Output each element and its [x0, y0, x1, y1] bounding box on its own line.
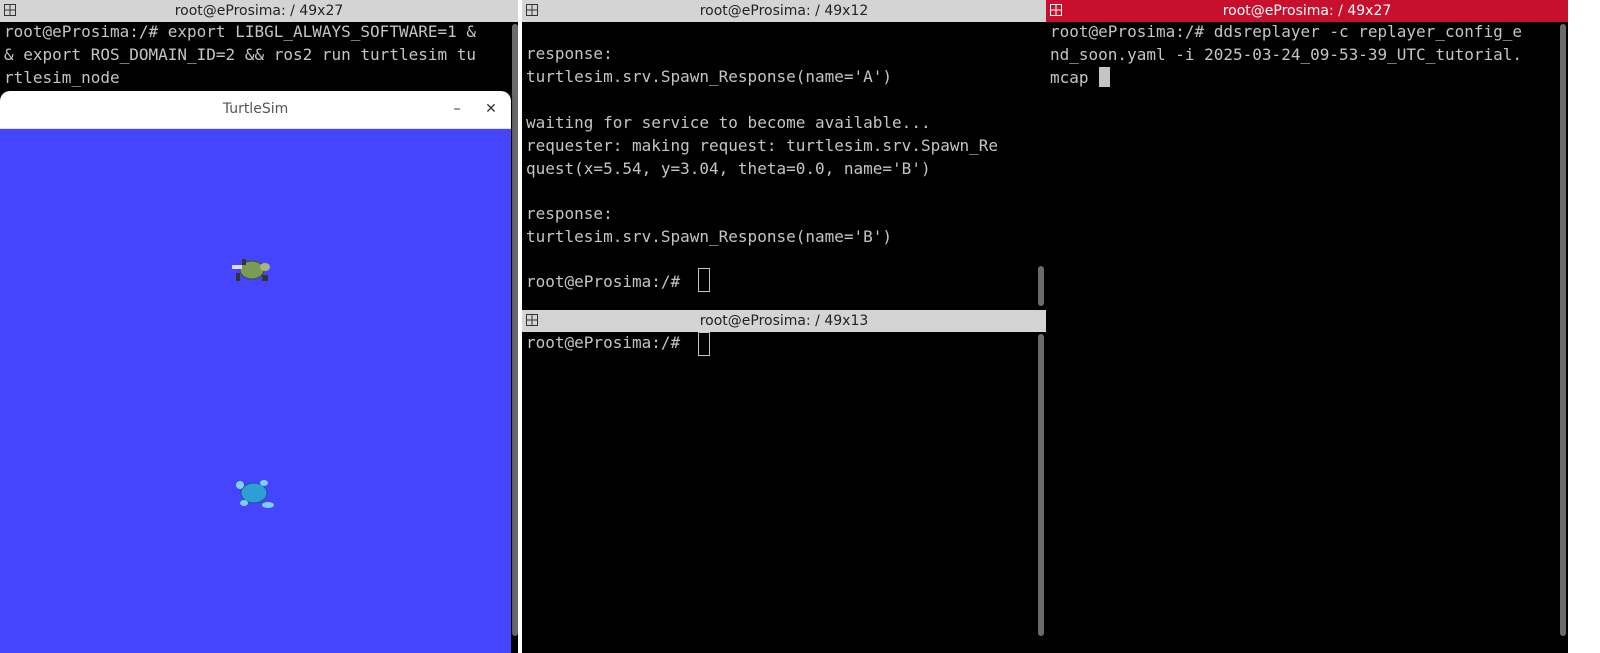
turtlesim-title: TurtleSim [222, 101, 289, 117]
middle-bottom-terminal-titlebar[interactable]: root@eProsima: / 49x13 [522, 310, 1046, 332]
middle-bottom-terminal[interactable]: root@eProsima: / 49x13 root@eProsima:/# [522, 310, 1046, 653]
middle-bottom-terminal-scrollbar[interactable] [1038, 334, 1044, 636]
scrollbar-thumb[interactable] [512, 24, 518, 636]
screen-edge [1568, 0, 1600, 653]
turtle-green-icon [232, 259, 270, 281]
terminal-line: rtlesim_node [4, 68, 120, 87]
terminal-split-icon[interactable] [526, 314, 538, 326]
terminal-line: turtlesim.srv.Spawn_Response(name='A') [526, 67, 893, 86]
minimize-button[interactable]: – [445, 97, 469, 121]
terminal-line: quest(x=5.54, y=3.04, theta=0.0, name='B… [526, 159, 931, 178]
terminal-line: nd_soon.yaml -i 2025-03-24_09-53-39_UTC_… [1050, 45, 1523, 64]
middle-top-terminal[interactable]: root@eProsima: / 49x12 response: turtles… [522, 0, 1046, 310]
middle-top-terminal-title: root@eProsima: / 49x12 [699, 3, 869, 19]
turtlesim-canvas [0, 129, 511, 653]
right-terminal-titlebar[interactable]: root@eProsima: / 49x27 [1046, 0, 1568, 22]
terminal-split-icon[interactable] [4, 4, 16, 16]
right-terminal-body[interactable]: root@eProsima:/# ddsreplayer -c replayer… [1046, 22, 1568, 653]
middle-top-terminal-titlebar[interactable]: root@eProsima: / 49x12 [522, 0, 1046, 22]
close-button[interactable]: ✕ [479, 97, 503, 121]
scrollbar-thumb[interactable] [1038, 334, 1044, 636]
scrollbar-thumb[interactable] [1038, 266, 1044, 306]
terminal-line: mcap [1050, 68, 1099, 87]
middle-bottom-terminal-body[interactable]: root@eProsima:/# [522, 332, 1046, 653]
terminal-prompt: root@eProsima:/# [526, 272, 690, 291]
text-cursor [698, 268, 710, 292]
terminal-split-icon[interactable] [526, 4, 538, 16]
scrollbar-thumb[interactable] [1560, 24, 1566, 636]
turtlesim-titlebar[interactable]: TurtleSim – ✕ [0, 91, 511, 129]
terminal-split-icon[interactable] [1050, 4, 1062, 16]
terminal-line: waiting for service to become available.… [526, 113, 931, 132]
terminal-line: response: [526, 44, 613, 63]
terminal-line: & export ROS_DOMAIN_ID=2 && ros2 run tur… [4, 45, 477, 64]
text-cursor [698, 332, 710, 356]
left-terminal-title: root@eProsima: / 49x27 [174, 3, 344, 19]
middle-bottom-terminal-title: root@eProsima: / 49x13 [699, 313, 869, 329]
turtlesim-window[interactable]: TurtleSim – ✕ [0, 91, 511, 653]
turtle-blue-icon [236, 480, 274, 508]
right-terminal-title: root@eProsima: / 49x27 [1222, 3, 1392, 19]
terminal-line: root@eProsima:/# export LIBGL_ALWAYS_SOF… [4, 22, 477, 41]
right-terminal[interactable]: root@eProsima: / 49x27 root@eProsima:/# … [1046, 0, 1568, 653]
right-terminal-scrollbar[interactable] [1560, 24, 1566, 636]
terminal-prompt: root@eProsima:/# [526, 333, 690, 352]
terminal-line: response: [526, 204, 613, 223]
terminal-line: turtlesim.srv.Spawn_Response(name='B') [526, 227, 893, 246]
left-terminal-scrollbar[interactable] [512, 24, 518, 636]
terminal-line: root@eProsima:/# ddsreplayer -c replayer… [1050, 22, 1523, 41]
middle-top-terminal-scrollbar[interactable] [1038, 24, 1044, 308]
text-cursor [1099, 67, 1110, 87]
left-terminal-titlebar[interactable]: root@eProsima: / 49x27 [0, 0, 518, 22]
middle-top-terminal-body[interactable]: response: turtlesim.srv.Spawn_Response(n… [522, 22, 1046, 310]
terminal-line: requester: making request: turtlesim.srv… [526, 136, 999, 155]
